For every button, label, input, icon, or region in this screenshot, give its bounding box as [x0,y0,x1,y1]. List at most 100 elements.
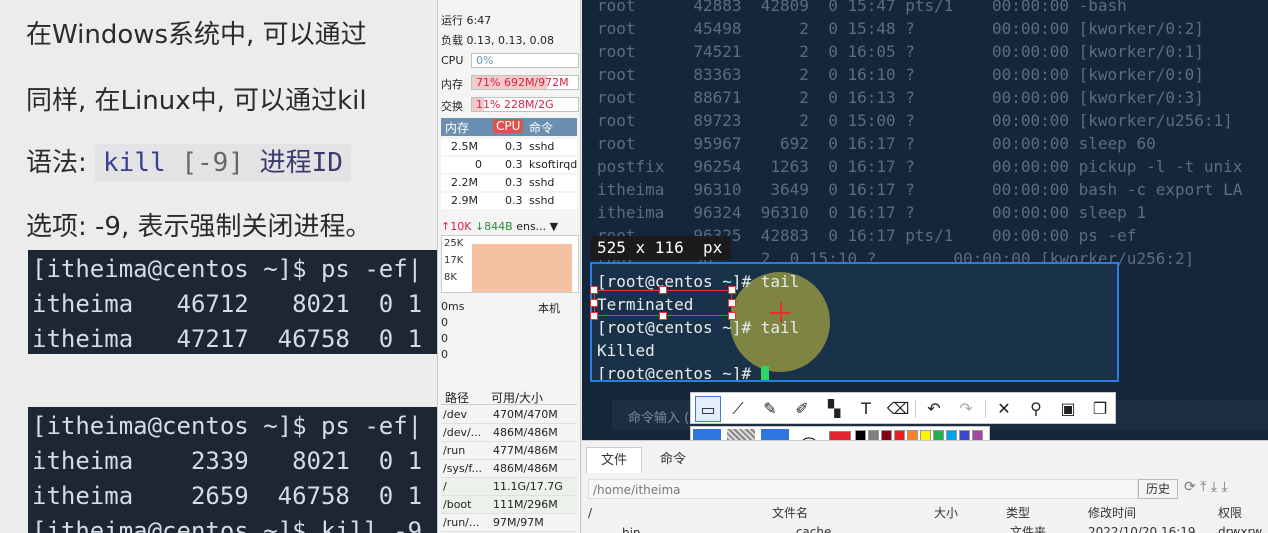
capture-line: Killed [597,341,655,360]
col-size[interactable]: 大小 [934,503,958,523]
code-block-1: [itheima@centos ~]$ ps -ef| itheima 4671… [28,250,437,354]
proc-mem: 2.5M [451,140,478,153]
capture-line: Terminated [597,295,694,314]
tab-files[interactable]: 文件 [586,447,643,473]
network-graph-svg: 25K 17K 8K [444,238,572,292]
save-icon[interactable]: ▣ [1055,396,1081,422]
document-panel: 在Windows系统中, 可以通过 同样, 在Linux中, 可以通过kil 语… [0,0,437,533]
resize-handle[interactable] [659,286,667,294]
pen-tool-icon[interactable]: ✎ [757,396,783,422]
eraser-tool-icon[interactable]: ⌫ [885,396,911,422]
process-row[interactable]: 2.9M 0.3 sshd [441,193,577,209]
code-line: [itheima@centos ~]$ ps -ef| [32,412,423,440]
chevron-down-icon[interactable]: ▼ [550,220,558,233]
file-row-name[interactable]: .cache [792,523,831,533]
rect-tool-icon[interactable]: ▭ [695,396,721,422]
disk-size: 111M/296M [493,498,558,511]
code-block-2: [itheima@centos ~]$ ps -ef| itheima 2339… [28,407,437,533]
col-mtime[interactable]: 修改时间 [1088,503,1136,523]
doc-line-syntax: 语法: kill [-9] 进程ID [26,142,351,182]
disk-row[interactable]: /run 477M/486M [441,442,577,460]
col-filename[interactable]: 文件名 [772,503,808,523]
history-button[interactable]: 历史 [1138,479,1178,499]
resize-handle[interactable] [659,312,667,320]
ps-row: root 45498 2 0 15:48 ? 00:00:00 [kworker… [597,19,1204,38]
toolbar-divider [985,400,986,418]
disk-path: /dev [443,408,467,421]
path-field[interactable]: /home/itheima [588,479,1138,499]
code-line: [itheima@centos ~]$ ps -ef| [32,255,423,283]
undo-icon[interactable]: ↶ [921,396,947,422]
resize-handle[interactable] [590,299,598,307]
proc-col-cmd[interactable]: 命令 [529,119,553,136]
copy-icon[interactable]: ❐ [1087,396,1113,422]
process-row[interactable]: 0 0.3 ksoftirqd [441,157,577,173]
code-line: itheima 47217 46758 0 1 [32,325,423,353]
disk-row[interactable]: /dev 470M/470M [441,406,577,424]
disk-row[interactable]: /dev/... 486M/486M [441,424,577,442]
proc-cmd: sshd [529,176,555,189]
disk-size: 11.1G/17.7G [493,480,563,493]
col-type[interactable]: 类型 [1006,503,1030,523]
col-perm[interactable]: 权限 [1218,503,1242,523]
tree-item-bin[interactable]: bin [622,523,641,533]
process-row[interactable]: 2.2M 0.3 sshd [441,175,577,191]
code-line: itheima 46712 8021 0 1 [32,290,423,318]
net-down: ↓844B [474,220,513,233]
disk-row[interactable]: /boot 111M/296M [441,496,577,514]
graph-tick: 8K [444,272,457,283]
ps-row: root 89723 2 0 15:00 ? 00:00:00 [kworker… [597,111,1233,130]
resize-handle[interactable] [728,299,736,307]
disk-col-path[interactable]: 路径 [445,389,469,406]
disk-size: 486M/486M [493,462,558,475]
text-tool-icon[interactable]: T [853,396,879,422]
proc-col-cpu[interactable]: CPU [493,119,524,133]
refresh-icon[interactable]: ⟳ ⤒ ⤓ ⤓ [1184,479,1228,495]
file-row-time: 2022/10/20 16:19 [1088,525,1196,533]
disk-size: 470M/470M [493,408,558,421]
process-row[interactable]: 2.5M 0.3 sshd [441,139,577,155]
proc-mem: 2.9M [451,194,478,207]
tree-root[interactable]: / [588,503,592,523]
marker-tool-icon[interactable]: ✐ [789,396,815,422]
graph-tick: 25K [444,238,464,249]
latency-tick: 0 [441,332,448,345]
close-icon[interactable]: ✕ [991,396,1017,422]
proc-cmd: ksoftirqd [529,158,578,171]
capture-line: [root@centos ~]# tail [597,318,800,337]
cpu-label: CPU [441,54,464,67]
ps-row: root 95967 692 0 16:17 ? 00:00:00 sleep … [597,134,1156,153]
tab-commands[interactable]: 命令 [646,447,700,473]
doc-line-linux: 同样, 在Linux中, 可以通过kil [26,86,367,116]
load-text: 负载 0.13, 0.13, 0.08 [441,34,554,47]
mem-label: 内存 [441,78,463,91]
prompt-text: [root@centos ~]# [597,364,761,382]
pin-icon[interactable]: ⚲ [1023,396,1049,422]
mem-row: 内存 71% 692M/972M [441,75,579,91]
latency-host: 本机 [538,302,560,315]
resize-handle[interactable] [728,286,736,294]
terminal-cursor [760,365,769,380]
capture-line: [root@centos ~]# [597,362,769,382]
net-up: ↑10K [441,220,472,233]
proc-cpu: 0.3 [505,158,523,171]
resize-handle[interactable] [590,286,598,294]
disk-row[interactable]: /run/... 97M/97M [441,514,577,532]
polyline-tool-icon[interactable]: ⟋ [725,396,751,422]
disk-size: 477M/486M [493,444,558,457]
mem-bar: 71% 692M/972M [471,75,579,90]
redo-icon[interactable]: ↷ [953,396,979,422]
proc-cpu: 0.3 [505,194,523,207]
resize-handle[interactable] [590,312,598,320]
cpu-bar: 0% [471,53,579,68]
mosaic-tool-icon[interactable]: ▚ [821,396,847,422]
disk-col-size[interactable]: 可用/大小 [491,389,543,406]
syntax-code: kill [-9] 进程ID [95,144,351,182]
resize-handle[interactable] [728,312,736,320]
disk-row[interactable]: /sys/f... 486M/486M [441,460,577,478]
disk-row[interactable]: / 11.1G/17.7G [441,478,577,496]
latency-tick: 0 [441,348,448,361]
capture-region[interactable]: [root@centos ~]# tail Terminated [root@c… [590,262,1119,382]
net-iface[interactable]: ens... [516,220,546,233]
proc-col-mem[interactable]: 内存 [445,119,469,136]
